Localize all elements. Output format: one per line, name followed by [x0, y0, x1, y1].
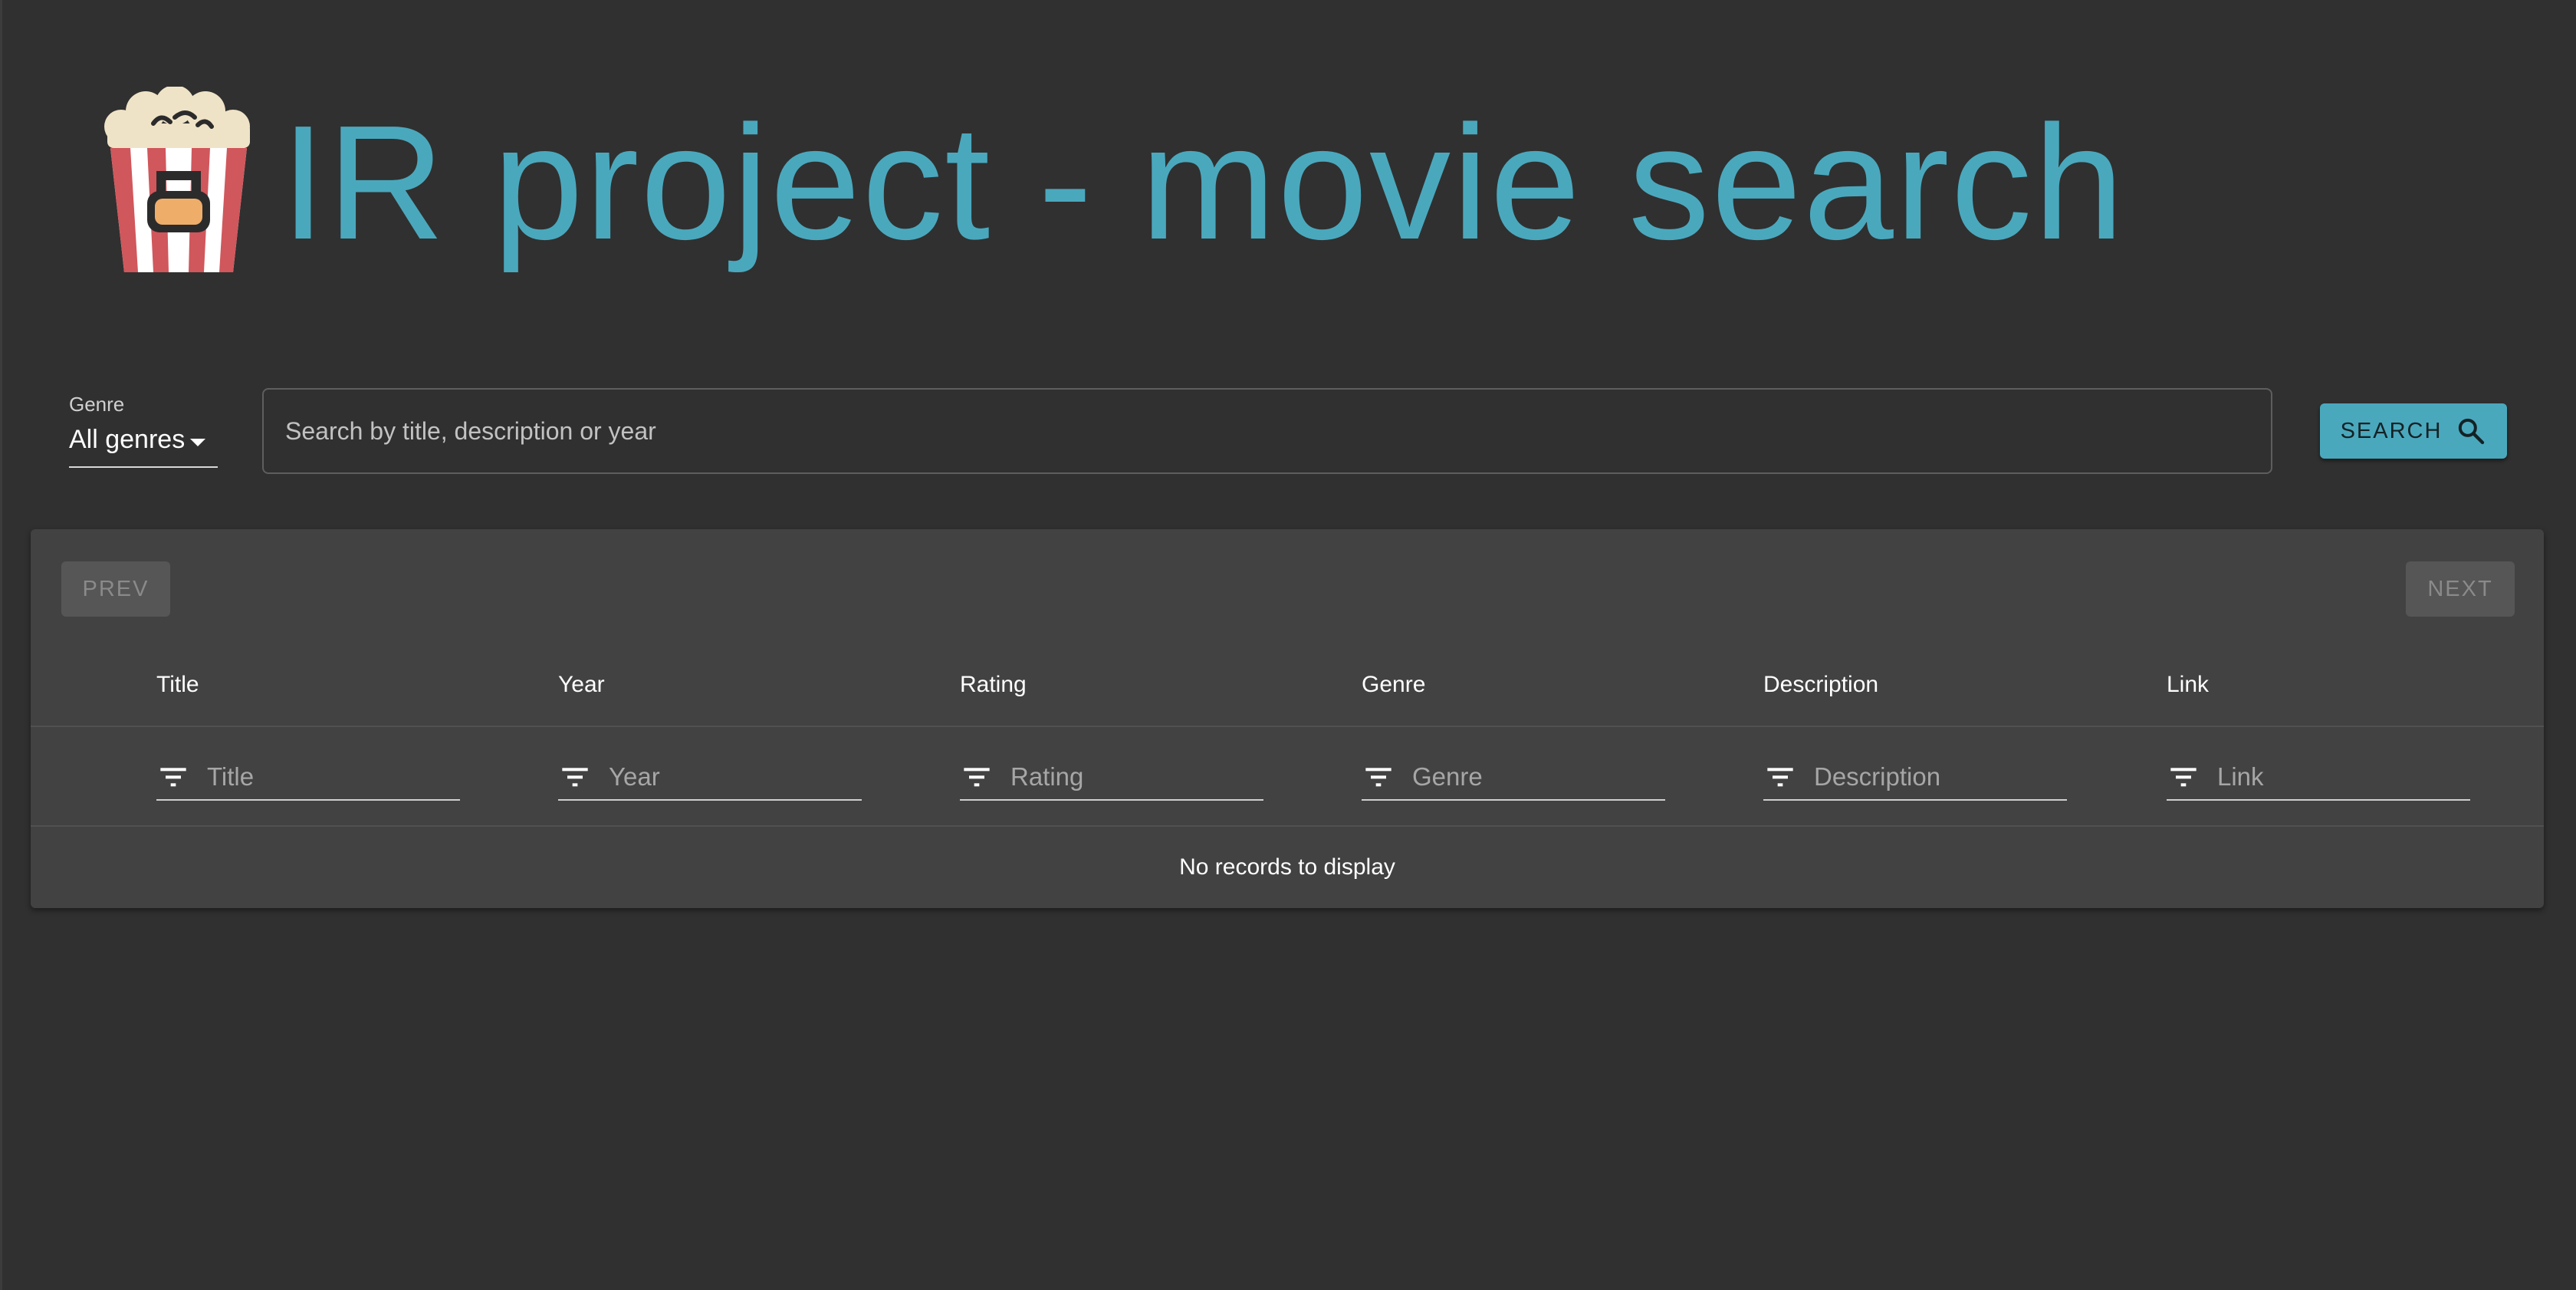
filter-year-input[interactable] [607, 762, 856, 792]
column-header-link[interactable]: Link [2167, 672, 2209, 698]
window-edge [0, 0, 2, 1290]
filter-list-icon [1365, 768, 1392, 787]
genre-select[interactable]: Genre All genres [69, 393, 218, 468]
genre-select-label: Genre [69, 393, 125, 416]
column-header-description[interactable]: Description [1763, 672, 1878, 698]
filter-genre [1362, 755, 1665, 801]
table-empty-row: No records to display [31, 827, 2544, 908]
next-button[interactable]: NEXT [2406, 561, 2515, 617]
table-header-row: Title Year Rating Genre Description Link [31, 644, 2544, 727]
column-header-rating[interactable]: Rating [960, 672, 1027, 698]
table-filter-row [31, 727, 2544, 827]
filter-title-input[interactable] [205, 762, 454, 792]
column-header-year[interactable]: Year [558, 672, 605, 698]
filter-year [558, 755, 862, 801]
filter-list-icon [562, 768, 588, 787]
filter-genre-input[interactable] [1411, 762, 1659, 792]
filter-description [1763, 755, 2067, 801]
filter-link-input[interactable] [2216, 762, 2464, 792]
column-header-genre[interactable]: Genre [1362, 672, 1425, 698]
search-button[interactable]: SEARCH [2320, 403, 2507, 459]
column-header-title[interactable]: Title [156, 672, 199, 698]
search-input[interactable] [262, 388, 2272, 474]
filter-link [2167, 755, 2470, 801]
empty-message: No records to display [1179, 854, 1395, 880]
filter-description-input[interactable] [1812, 762, 2061, 792]
filter-rating-input[interactable] [1009, 762, 1257, 792]
results-table: PREV NEXT Title Year Rating Genre Descri… [31, 529, 2544, 908]
search-button-label: SEARCH [2340, 418, 2443, 443]
genre-select-value[interactable]: All genres [69, 425, 185, 455]
search-icon [2459, 418, 2485, 445]
page-header: IR project - movie search [98, 83, 2125, 282]
filter-title [156, 755, 460, 801]
filter-list-icon [964, 768, 990, 787]
filter-rating [960, 755, 1263, 801]
caret-down-icon[interactable] [190, 439, 205, 446]
popcorn-icon [104, 87, 250, 272]
filter-list-icon [160, 768, 186, 787]
prev-button[interactable]: PREV [61, 561, 170, 617]
filter-list-icon [1767, 768, 1793, 787]
page-title: IR project - movie search [281, 91, 2126, 273]
filter-list-icon [2170, 768, 2196, 787]
